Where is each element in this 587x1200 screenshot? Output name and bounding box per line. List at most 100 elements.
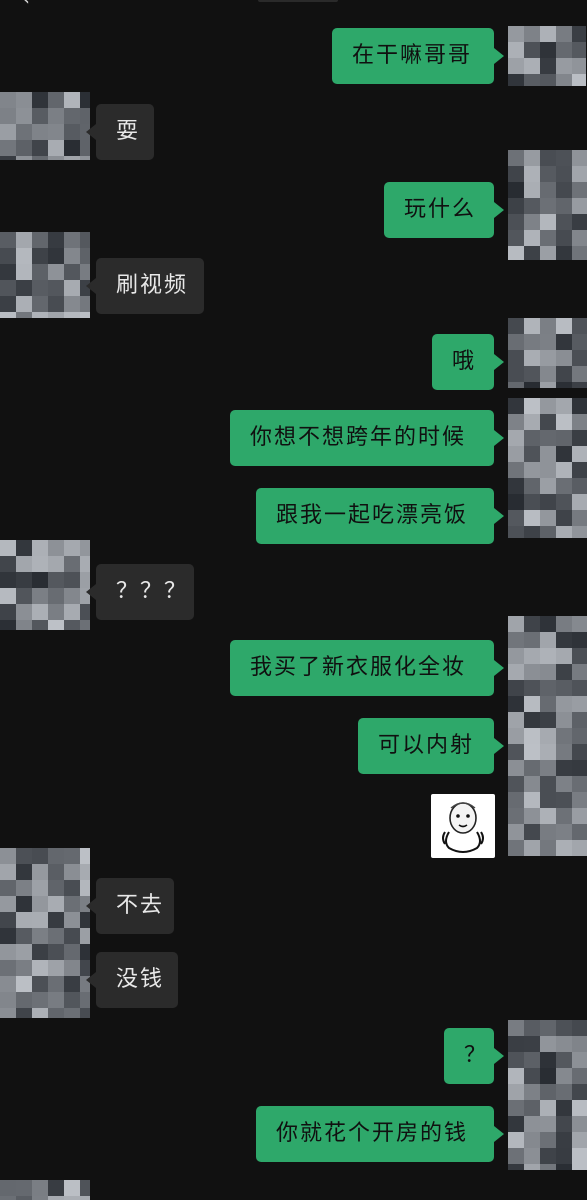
avatar-pixel: [32, 1196, 48, 1200]
my-avatar[interactable]: [508, 26, 586, 86]
my-avatar[interactable]: [508, 318, 587, 388]
avatar-pixel: [524, 760, 540, 776]
message-bubble-sent[interactable]: 玩什么: [384, 182, 504, 238]
avatar-pixel: [0, 124, 16, 140]
avatar-pixel: [32, 92, 48, 108]
my-avatar[interactable]: [508, 398, 587, 538]
my-avatar[interactable]: [508, 616, 587, 856]
avatar-pixel: [48, 92, 64, 108]
message-bubble-received[interactable]: 没钱: [86, 952, 178, 1008]
avatar-pixel: [556, 398, 572, 414]
avatar-pixel: [572, 760, 587, 776]
back-arrow-icon[interactable]: ‹: [22, 0, 30, 10]
message-bubble-sent[interactable]: 你就花个开房的钱: [256, 1106, 504, 1162]
avatar-pixel: [508, 1116, 524, 1132]
avatar-pixel: [0, 620, 16, 630]
avatar-pixel: [524, 1084, 540, 1100]
avatar-pixel: [556, 696, 572, 712]
message-bubble-sent[interactable]: 在干嘛哥哥: [332, 28, 504, 84]
contact-avatar[interactable]: [0, 92, 90, 160]
contact-avatar[interactable]: [0, 540, 90, 630]
avatar-pixel: [508, 510, 524, 526]
my-avatar[interactable]: [508, 1020, 587, 1170]
avatar-pixel: [572, 58, 586, 74]
avatar-pixel: [524, 728, 540, 744]
avatar-pixel: [64, 140, 80, 156]
avatar-pixel: [524, 42, 540, 58]
message-bubble-sent[interactable]: 你想不想跨年的时候: [230, 410, 504, 466]
avatar-pixel: [572, 808, 587, 824]
avatar-pixel: [556, 1052, 572, 1068]
avatar-pixel: [556, 632, 572, 648]
avatar-pixel: [556, 214, 572, 230]
avatar-pixel: [572, 1036, 587, 1052]
avatar-pixel: [32, 976, 48, 992]
avatar-pixel: [16, 124, 32, 140]
avatar-pixel: [64, 312, 80, 318]
avatar-pixel: [540, 632, 556, 648]
message-bubble-sent[interactable]: 跟我一起吃漂亮饭: [256, 488, 504, 544]
message-bubble-received[interactable]: 刷视频: [86, 258, 204, 314]
avatar-pixel: [556, 510, 572, 526]
avatar-pixel: [16, 1196, 32, 1200]
avatar-pixel: [16, 572, 32, 588]
avatar-pixel: [32, 556, 48, 572]
avatar-pixel: [556, 808, 572, 824]
avatar-pixel: [16, 960, 32, 976]
avatar-pixel: [524, 462, 540, 478]
avatar-pixel: [16, 912, 32, 928]
avatar-pixel: [508, 776, 524, 792]
message-bubble-sent[interactable]: 我买了新衣服化全妆: [230, 640, 504, 696]
my-avatar[interactable]: [508, 150, 587, 260]
avatar-pixel: [540, 166, 556, 182]
avatar-pixel: [48, 1180, 64, 1196]
avatar-pixel: [556, 1068, 572, 1084]
avatar-pixel: [508, 150, 524, 166]
message-bubble-received[interactable]: 不去: [86, 878, 174, 934]
avatar-pixel: [508, 414, 524, 430]
avatar-pixel: [508, 1132, 524, 1148]
avatar-pixel: [508, 616, 524, 632]
avatar-pixel: [64, 124, 80, 140]
message-bubble-sent[interactable]: 可以内射: [358, 718, 504, 774]
contact-avatar[interactable]: [0, 232, 90, 318]
avatar-pixel: [64, 864, 80, 880]
message-bubble-received[interactable]: ？？？: [86, 564, 194, 620]
message-bubble-sent[interactable]: 哦: [432, 334, 504, 390]
avatar-pixel: [80, 140, 90, 156]
avatar-pixel: [572, 334, 587, 350]
avatar-pixel: [540, 1100, 556, 1116]
avatar-pixel: [508, 824, 524, 840]
avatar-pixel: [16, 312, 32, 318]
avatar-pixel: [524, 494, 540, 510]
avatar-pixel: [48, 280, 64, 296]
avatar-pixel: [48, 848, 64, 864]
message-bubble-received[interactable]: 耍: [86, 104, 154, 160]
avatar-pixel: [524, 366, 540, 382]
contact-avatar[interactable]: [0, 848, 90, 1018]
avatar-pixel: [540, 494, 556, 510]
avatar-pixel: [48, 1196, 64, 1200]
avatar-pixel: [508, 382, 524, 388]
avatar-pixel: [524, 182, 540, 198]
avatar-pixel: [556, 680, 572, 696]
avatar-pixel: [540, 1164, 556, 1170]
avatar-pixel: [64, 880, 80, 896]
avatar-pixel: [0, 848, 16, 864]
avatar-pixel: [540, 1148, 556, 1164]
avatar-pixel: [32, 572, 48, 588]
message-bubble-sent[interactable]: ？: [444, 1028, 504, 1084]
avatar-pixel: [32, 232, 48, 248]
contact-avatar[interactable]: [0, 1180, 90, 1200]
avatar-pixel: [556, 42, 572, 58]
avatar-pixel: [0, 912, 16, 928]
avatar-pixel: [48, 540, 64, 556]
avatar-pixel: [556, 648, 572, 664]
avatar-pixel: [524, 334, 540, 350]
face-sticker-icon[interactable]: [431, 794, 495, 858]
avatar-pixel: [524, 398, 540, 414]
avatar-pixel: [572, 664, 587, 680]
avatar-pixel: [508, 366, 524, 382]
avatar-pixel: [64, 928, 80, 944]
avatar-pixel: [572, 214, 587, 230]
